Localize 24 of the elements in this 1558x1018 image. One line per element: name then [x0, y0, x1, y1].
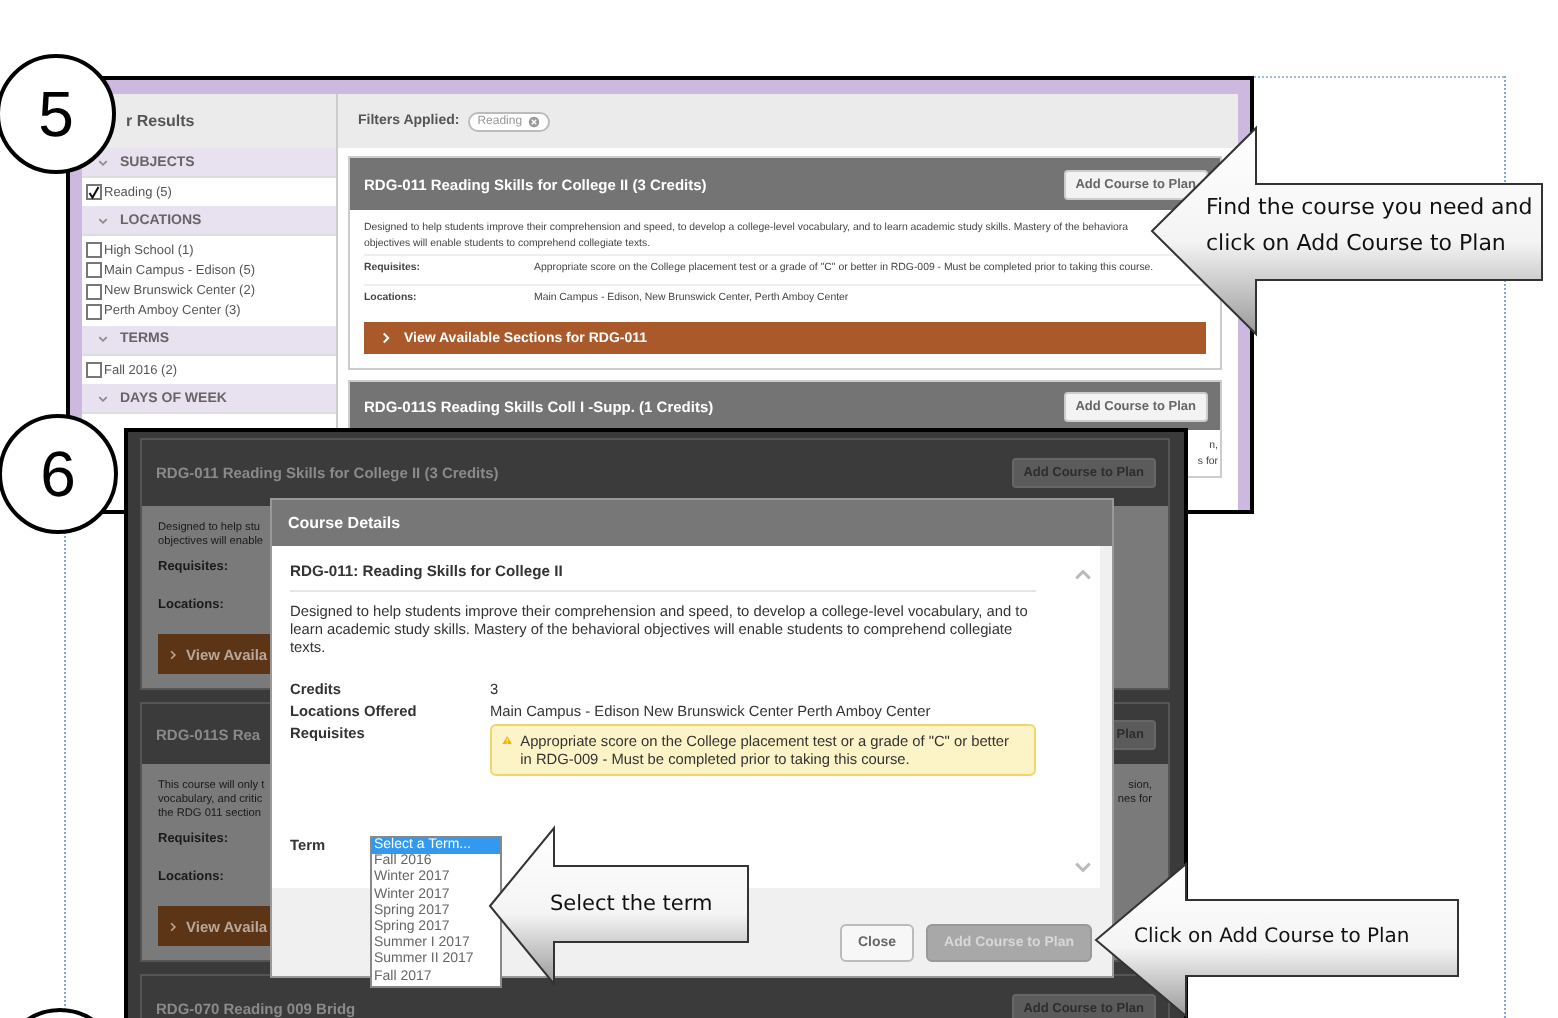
chevron-right-icon: [168, 921, 178, 931]
checkbox[interactable]: [86, 262, 102, 279]
dialog-title: Course Details: [288, 514, 401, 532]
scroll-down-icon: [1073, 858, 1091, 876]
checkbox[interactable]: [86, 303, 102, 320]
chevron-right-icon: [168, 649, 178, 659]
chevron-down-icon: [98, 215, 108, 226]
checkbox[interactable]: [86, 242, 102, 259]
checkbox[interactable]: [86, 283, 102, 300]
chevron-down-icon: [98, 393, 108, 404]
step-number: 6: [0, 414, 118, 534]
chevron-down-icon: [98, 157, 108, 167]
remove-icon[interactable]: [528, 115, 541, 127]
scroll-up-icon: [1073, 566, 1091, 584]
sidebar-title: r Results: [126, 112, 195, 130]
callout-text: Find the course you need and click on Add Course to Plan: [1206, 192, 1535, 260]
step-number: 5: [0, 54, 116, 174]
checkbox[interactable]: [86, 362, 102, 379]
warning-icon: [502, 732, 513, 748]
checkbox[interactable]: [86, 184, 102, 201]
callout-text: Select the term: [550, 892, 715, 918]
chevron-right-icon: [380, 332, 392, 344]
chevron-down-icon: [98, 334, 108, 345]
callout-text: Click on Add Course to Plan: [1134, 924, 1412, 950]
